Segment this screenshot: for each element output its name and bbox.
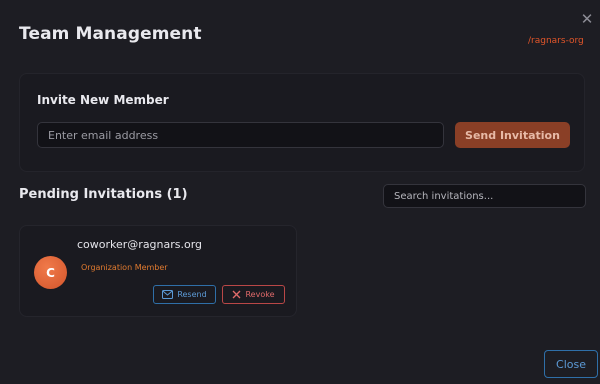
invitation-role: Organization Member [81,263,168,272]
resend-label: Resend [177,290,207,299]
x-icon [232,290,241,299]
avatar: C [34,256,67,289]
search-invitations-input[interactable] [383,184,586,208]
invitation-email: coworker@ragnars.org [77,238,203,251]
invitation-card: C coworker@ragnars.org Organization Memb… [19,225,297,317]
invite-title: Invite New Member [37,93,169,107]
org-link[interactable]: /ragnars-org [528,36,584,46]
modal-title: Team Management [19,24,202,44]
email-input[interactable] [37,122,444,148]
send-invitation-button[interactable]: Send Invitation [455,122,570,148]
pending-invitations-title: Pending Invitations (1) [19,187,188,202]
resend-button[interactable]: Resend [153,285,216,304]
invite-section: Invite New Member Send Invitation [19,73,585,172]
mail-icon [162,290,174,299]
revoke-label: Revoke [245,290,275,299]
close-icon[interactable]: ✕ [578,10,596,28]
close-button[interactable]: Close [544,350,598,378]
revoke-button[interactable]: Revoke [222,285,285,304]
team-management-modal: Team Management /ragnars-org ✕ Invite Ne… [0,0,600,384]
